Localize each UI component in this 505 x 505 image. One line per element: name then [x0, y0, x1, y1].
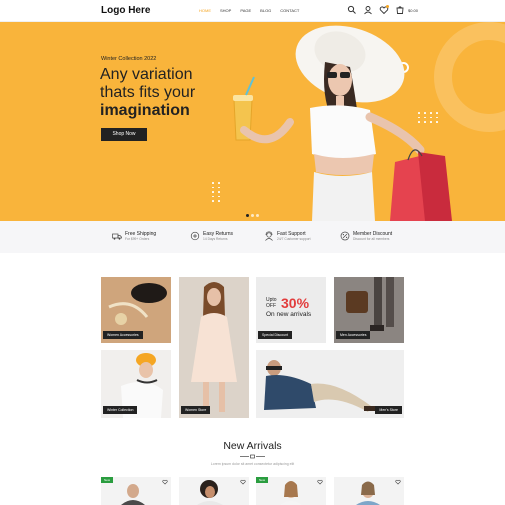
feature-member-discount: Member Discount Discount for all members — [340, 231, 392, 241]
hero-title-line: thats fits your — [100, 84, 196, 101]
shop-now-button[interactable]: Shop Now — [101, 128, 147, 141]
truck-icon — [112, 233, 122, 240]
dot-pattern-icon — [212, 182, 221, 202]
nav-shop[interactable]: SHOP — [220, 8, 231, 13]
hero-title-line: Any variation — [100, 66, 193, 83]
hero-slider-dots — [246, 214, 259, 217]
category-women-accessories[interactable]: Women Accessories — [101, 277, 171, 343]
promo-upto-off: Upto OFF — [266, 297, 277, 309]
promo-percent: 30% — [281, 295, 310, 311]
product-card[interactable] — [334, 477, 404, 505]
logo[interactable]: Logo Here — [101, 5, 150, 16]
product-image — [356, 481, 380, 505]
wishlist-icon[interactable] — [317, 479, 323, 485]
discount-icon — [340, 231, 350, 241]
category-winter-collection[interactable]: Winter Collection — [101, 350, 171, 418]
slider-dot[interactable] — [256, 214, 259, 217]
hero-subtitle: Winter Collection 2022 — [101, 56, 157, 62]
section-description: Lorem ipsum dolor sit amet consectetur a… — [210, 462, 295, 466]
category-label: Women Store — [181, 406, 211, 414]
feature-text: Free Shipping For $99+ Orders — [125, 231, 156, 241]
search-icon[interactable] — [347, 5, 357, 15]
feature-free-shipping: Free Shipping For $99+ Orders — [112, 231, 156, 241]
nav-contact[interactable]: CONTACT — [280, 8, 299, 13]
women-store-image — [179, 277, 249, 418]
nav-blog[interactable]: BLOG — [260, 8, 271, 13]
wishlist-icon[interactable] — [395, 479, 401, 485]
feature-text: Easy Returns 14 Days Returns — [203, 231, 233, 241]
main-nav: HOME SHOP PAGE BLOG CONTACT — [199, 8, 299, 13]
feature-fast-support: Fast Support 24/7 Customer support — [264, 231, 311, 241]
promo-special-discount[interactable]: Upto OFF 30% On new arrivals Special Disc… — [256, 277, 326, 343]
wishlist-icon[interactable] — [162, 479, 168, 485]
features-bar: Free Shipping For $99+ Orders Easy Return… — [0, 221, 505, 253]
cart-price: $0.00 — [408, 7, 419, 13]
return-icon — [190, 231, 200, 241]
feature-subtitle: Discount for all members — [353, 237, 390, 241]
nav-page[interactable]: PAGE — [240, 8, 251, 13]
divider-icon — [240, 454, 265, 459]
slider-dot[interactable] — [246, 214, 249, 217]
promo-text: On new arrivals — [266, 311, 312, 318]
feature-subtitle: 24/7 Customer support — [277, 237, 311, 241]
feature-text: Member Discount Discount for all members — [353, 231, 392, 241]
category-label: Women Accessories — [103, 331, 143, 339]
hero-title-line: imagination — [100, 102, 195, 120]
promo-off: OFF — [266, 303, 276, 309]
new-badge: New — [101, 477, 114, 483]
cart-icon[interactable] — [395, 5, 405, 15]
product-card[interactable] — [179, 477, 249, 505]
nav-home[interactable]: HOME — [199, 8, 211, 13]
feature-text: Fast Support 24/7 Customer support — [277, 231, 311, 241]
header-actions: $0.00 — [347, 5, 418, 15]
category-label: Men Accessories — [336, 331, 371, 339]
site-header: Logo Here HOME SHOP PAGE BLOG CONTACT $0… — [0, 0, 505, 22]
hero-title: Any variation thats fits your imaginatio… — [100, 66, 195, 120]
category-label: Men's Store — [375, 406, 402, 414]
feature-subtitle: For $99+ Orders — [125, 237, 150, 241]
product-card[interactable]: New — [101, 477, 171, 505]
slider-dot[interactable] — [251, 214, 254, 217]
user-icon[interactable] — [363, 5, 373, 15]
category-mens-store[interactable]: Men's Store — [256, 350, 404, 418]
feature-subtitle: 14 Days Returns — [203, 237, 228, 241]
section-title: New Arrivals — [223, 440, 282, 452]
category-label: Winter Collection — [103, 406, 138, 414]
product-image — [197, 480, 223, 505]
product-card[interactable]: New — [256, 477, 326, 505]
heart-icon[interactable] — [379, 5, 389, 15]
hero-model-image — [233, 25, 452, 221]
hero-banner: Winter Collection 2022 Any variation tha… — [0, 22, 505, 221]
category-men-accessories[interactable]: Men Accessories — [334, 277, 404, 343]
category-women-store[interactable]: Women Store — [179, 277, 249, 418]
hero-title-emphasis: imagination — [100, 102, 190, 119]
feature-easy-returns: Easy Returns 14 Days Returns — [190, 231, 233, 241]
new-badge: New — [256, 477, 269, 483]
category-label: Special Discount — [258, 331, 293, 339]
wishlist-icon[interactable] — [240, 479, 246, 485]
support-icon — [265, 231, 273, 241]
